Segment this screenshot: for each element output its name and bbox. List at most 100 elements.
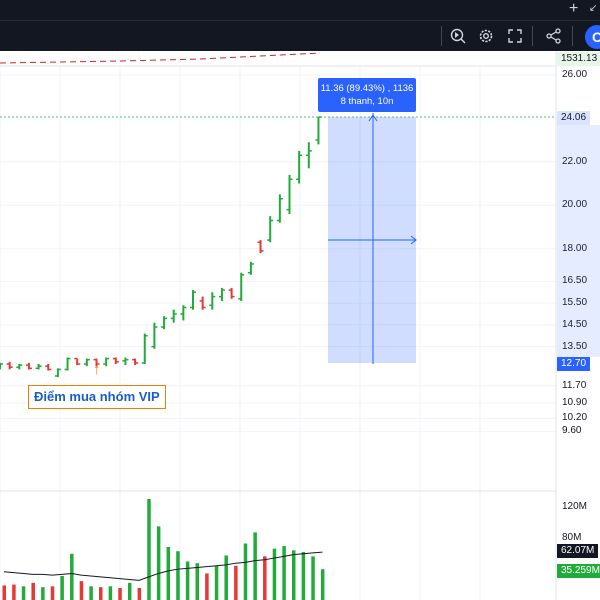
- price-bar: [112, 357, 119, 364]
- volume-bar: [31, 582, 35, 600]
- price-bar: [296, 150, 303, 184]
- toolbar-separator: [532, 26, 533, 46]
- price-bar: [6, 361, 13, 370]
- measure-change: 11.36 (89.43%) , 1136: [320, 83, 414, 94]
- volume-tick-80m: 80M: [562, 532, 582, 543]
- indicator-line: [0, 52, 321, 64]
- volume-bar: [234, 565, 238, 600]
- volume-bar: [2, 585, 6, 600]
- price-bar: [286, 174, 293, 214]
- volume-bar: [214, 565, 219, 600]
- price-bar: [25, 362, 32, 370]
- price-bar: [16, 364, 23, 370]
- minimize-icon[interactable]: ↙: [589, 2, 597, 16]
- price-bar: [170, 309, 177, 323]
- volume-bar: [282, 546, 286, 600]
- chart-toolbar: + ↙ C: [0, 0, 600, 51]
- volume-ma-tag: 35.259M: [557, 564, 600, 578]
- price-bar: [190, 290, 196, 310]
- price-tick: 11.70: [562, 379, 587, 391]
- chart-pane[interactable]: [0, 51, 600, 600]
- price-bar: [218, 287, 225, 301]
- price-bar: [276, 194, 283, 223]
- volume-bar: [205, 573, 209, 600]
- volume-bar: [176, 551, 180, 600]
- price-bar: [141, 333, 148, 364]
- volume-tick-120m: 120M: [562, 501, 588, 512]
- tab-divider: [0, 20, 600, 21]
- price-bars: [0, 116, 322, 378]
- toolbar-separator: [441, 26, 442, 46]
- gear-icon[interactable]: [477, 27, 495, 45]
- price-bar: [83, 358, 90, 367]
- volume-bar: [166, 546, 171, 600]
- high-price-tag: 24.06: [557, 111, 591, 125]
- buy-point-arrow-icon: ↑: [93, 361, 101, 378]
- volume-bar: [263, 556, 267, 600]
- volume-bar: [292, 550, 296, 600]
- price-bar: [228, 287, 235, 299]
- price-tick: 26.00: [562, 68, 588, 80]
- volume-bar: [21, 586, 26, 600]
- price-bar: [0, 362, 3, 370]
- price-bar: [35, 364, 42, 370]
- volume-bar: [272, 548, 277, 600]
- price-tick: 9.60: [562, 425, 582, 437]
- volume-bar: [70, 553, 74, 600]
- volume-current-tag: 62.07M: [557, 544, 599, 558]
- volume-bar: [224, 555, 228, 600]
- price-bar: [238, 272, 245, 301]
- volume-bar: [185, 561, 190, 600]
- volume-bar: [147, 499, 151, 600]
- volume-bar: [243, 543, 248, 600]
- measure-info-box: 11.36 (89.43%) , 1136 8 thanh, 10n: [318, 78, 416, 112]
- measure-range[interactable]: [328, 117, 416, 363]
- price-bar: [180, 305, 187, 321]
- price-bar: [315, 116, 322, 145]
- price-bar: [45, 364, 52, 371]
- chart-canvas[interactable]: [0, 51, 600, 600]
- price-bar: [257, 240, 264, 254]
- volume-bar: [79, 581, 84, 600]
- new-tab-button[interactable]: +: [569, 0, 578, 18]
- volume-bar: [137, 588, 142, 600]
- volume-bar: [127, 582, 132, 600]
- volume-bar: [99, 587, 103, 600]
- logo-icon[interactable]: C: [585, 25, 600, 49]
- replay-icon[interactable]: [449, 27, 467, 45]
- volume-bar: [50, 586, 55, 600]
- share-icon[interactable]: [545, 27, 563, 45]
- price-bar: [103, 357, 110, 367]
- volume-bar: [195, 563, 199, 600]
- price-range-band: [557, 125, 600, 357]
- volume-bar: [320, 569, 325, 600]
- volume-bar: [301, 552, 306, 600]
- fullscreen-icon[interactable]: [506, 27, 524, 45]
- price-bar: [74, 357, 81, 366]
- price-bar: [64, 357, 71, 371]
- toolbar-separator: [572, 26, 573, 46]
- volume-bar: [311, 556, 315, 600]
- price-bar: [161, 316, 168, 330]
- price-tick: 10.90: [562, 397, 588, 409]
- volume-bar: [253, 532, 257, 600]
- volume-bar: [108, 586, 113, 600]
- grid-lines: [0, 66, 556, 600]
- indicator-value-tag: 1531.13: [557, 52, 600, 66]
- volume-bar: [118, 588, 122, 600]
- low-price-tag: 12.70: [557, 357, 591, 371]
- volume-bars: [2, 499, 325, 600]
- price-tick: 10.20: [562, 412, 588, 424]
- price-bar: [132, 358, 139, 366]
- price-bar: [305, 142, 312, 169]
- buy-point-annotation[interactable]: Điểm mua nhóm VIP: [28, 385, 166, 409]
- volume-bar: [156, 526, 161, 600]
- volume-bar: [12, 584, 16, 600]
- price-bar: [209, 292, 216, 310]
- volume-bar: [41, 587, 45, 600]
- price-bar: [267, 216, 274, 243]
- price-bar: [122, 357, 129, 366]
- volume-bar: [60, 576, 64, 600]
- measure-bars: 8 thanh, 10n: [340, 96, 394, 107]
- price-bar: [151, 322, 158, 349]
